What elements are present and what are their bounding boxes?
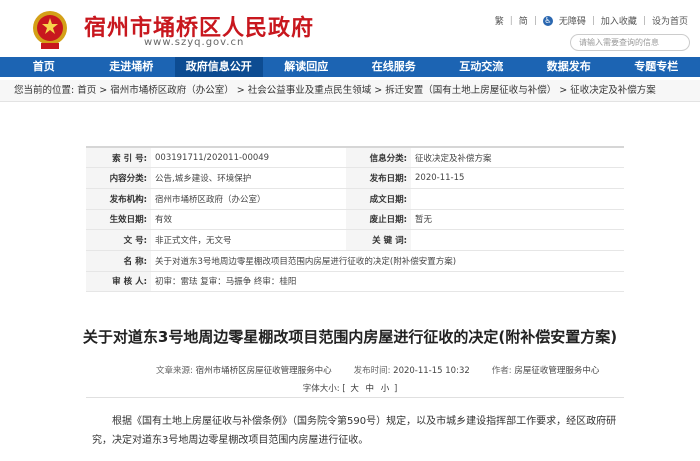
author-label: 作者:: [491, 366, 512, 376]
time-value: 2020-11-15 10:32: [393, 366, 470, 376]
time-label: 发布时间:: [353, 366, 391, 376]
nav-item-online-service[interactable]: 在线服务: [350, 57, 438, 77]
content-category-label: 内容分类:: [86, 167, 151, 189]
keywords-value: [411, 229, 624, 251]
source-label: 文章来源:: [156, 366, 193, 376]
nav-item-interpretation[interactable]: 解读回应: [263, 57, 351, 77]
nav-item-interaction[interactable]: 互动交流: [438, 57, 526, 77]
article-meta: 文章来源: 宿州市埇桥区房屋征收管理服务中心 发布时间: 2020-11-15 …: [156, 364, 599, 376]
article-body: 根据《国有土地上房屋征收与补偿条例》（国务院令第590号）规定，以及市城乡建设指…: [92, 416, 617, 446]
effective-date-value: 有效: [151, 209, 346, 231]
font-size-small-button[interactable]: 小: [381, 384, 390, 394]
article-title: 关于对道东3号地周边零星棚改项目范围内房屋进行征收的决定(附补偿安置方案): [82, 328, 618, 346]
doc-no-value: 非正式文件，无文号: [151, 229, 346, 251]
content-category-value: 公告,城乡建设、环境保护: [151, 167, 346, 189]
table-row: 索 引 号: 003191711/202011-00049 信息分类: 征收决定…: [86, 147, 624, 169]
article-content: 索 引 号: 003191711/202011-00049 信息分类: 征收决定…: [24, 106, 676, 461]
info-table: 索 引 号: 003191711/202011-00049 信息分类: 征收决定…: [86, 146, 624, 293]
author-field: 作者: 房屋征收管理服务中心: [492, 364, 600, 376]
set-homepage-link[interactable]: 设为首页: [652, 14, 688, 27]
traditional-chinese-link[interactable]: 繁: [495, 14, 504, 27]
table-row: 审 核 人: 初审：雷珐 复审：马振争 终审：桂阳: [86, 271, 624, 293]
category-value: 征收决定及补偿方案: [411, 147, 624, 169]
author-value: 房屋征收管理服务中心: [514, 366, 600, 376]
separator: |: [642, 15, 646, 26]
simplified-chinese-link[interactable]: 简: [519, 14, 528, 27]
nav-item-special[interactable]: 专题专栏: [613, 57, 700, 77]
keywords-label: 关 键 词:: [346, 229, 411, 251]
accessibility-icon[interactable]: ♿: [542, 15, 553, 26]
nav-item-about[interactable]: 走进埇桥: [88, 57, 176, 77]
nav-item-home[interactable]: 首页: [0, 57, 88, 77]
font-size-label: 字体大小:: [302, 384, 340, 394]
issue-date-value: [411, 188, 624, 210]
nav-item-data[interactable]: 数据发布: [525, 57, 613, 77]
font-size-medium-button[interactable]: 中: [366, 384, 375, 394]
time-field: 发布时间: 2020-11-15 10:32: [354, 364, 470, 376]
font-size-selector: 字体大小: [ 大 中 小 ]: [302, 384, 398, 394]
reviewers-value: 初审：雷珐 复审：马振争 终审：桂阳: [151, 271, 624, 293]
site-url: www.szyq.gov.cn: [144, 37, 245, 48]
pub-date-label: 发布日期:: [346, 167, 411, 189]
breadcrumb[interactable]: 您当前的位置: 首页 > 宿州市埇桥区政府（办公室） > 社会公益事业及重点民生…: [0, 80, 700, 102]
source-value: 宿州市埇桥区房屋征收管理服务中心: [195, 366, 332, 376]
national-emblem-icon: [33, 11, 67, 49]
table-row: 生效日期: 有效 废止日期: 暂无: [86, 209, 624, 231]
nav-item-info-disclosure[interactable]: 政府信息公开: [175, 57, 263, 77]
table-row: 内容分类: 公告,城乡建设、环境保护 发布日期: 2020-11-15: [86, 167, 624, 189]
separator: |: [533, 15, 537, 26]
index-no-label: 索 引 号:: [86, 147, 151, 169]
index-no-value: 003191711/202011-00049: [151, 147, 346, 169]
doc-no-label: 文 号:: [86, 229, 151, 251]
publisher-label: 发布机构:: [86, 188, 151, 210]
separator: |: [591, 15, 595, 26]
search-input[interactable]: 请输入需要查询的信息: [570, 34, 690, 51]
separator: |: [509, 15, 513, 26]
name-value: 关于对道东3号地周边零星棚改项目范围内房屋进行征收的决定(附补偿安置方案): [151, 250, 624, 272]
source-field: 文章来源: 宿州市埇桥区房屋征收管理服务中心: [156, 364, 332, 376]
main-nav: 首页 走进埇桥 政府信息公开 解读回应 在线服务 互动交流 数据发布 专题专栏: [0, 57, 700, 77]
table-row: 发布机构: 宿州市埇桥区政府（办公室） 成文日期:: [86, 188, 624, 210]
pub-date-value: 2020-11-15: [411, 167, 624, 189]
effective-date-label: 生效日期:: [86, 209, 151, 231]
publisher-value: 宿州市埇桥区政府（办公室）: [151, 188, 346, 210]
accessibility-link[interactable]: 无障碍: [559, 14, 586, 27]
name-label: 名 称:: [86, 250, 151, 272]
expiry-date-label: 废止日期:: [346, 209, 411, 231]
font-size-large-button[interactable]: 大: [350, 384, 359, 394]
site-header: 宿州市埇桥区人民政府 www.szyq.gov.cn 繁 | 简 | ♿ 无障碍…: [0, 0, 700, 57]
expiry-date-value: 暂无: [411, 209, 624, 231]
category-label: 信息分类:: [346, 147, 411, 169]
reviewers-label: 审 核 人:: [86, 271, 151, 293]
issue-date-label: 成文日期:: [346, 188, 411, 210]
table-row: 文 号: 非正式文件，无文号 关 键 词:: [86, 229, 624, 251]
divider: [86, 397, 624, 398]
top-links: 繁 | 简 | ♿ 无障碍 | 加入收藏 | 设为首页: [495, 14, 688, 27]
add-favorite-link[interactable]: 加入收藏: [601, 14, 637, 27]
table-row: 名 称: 关于对道东3号地周边零星棚改项目范围内房屋进行征收的决定(附补偿安置方…: [86, 250, 624, 272]
